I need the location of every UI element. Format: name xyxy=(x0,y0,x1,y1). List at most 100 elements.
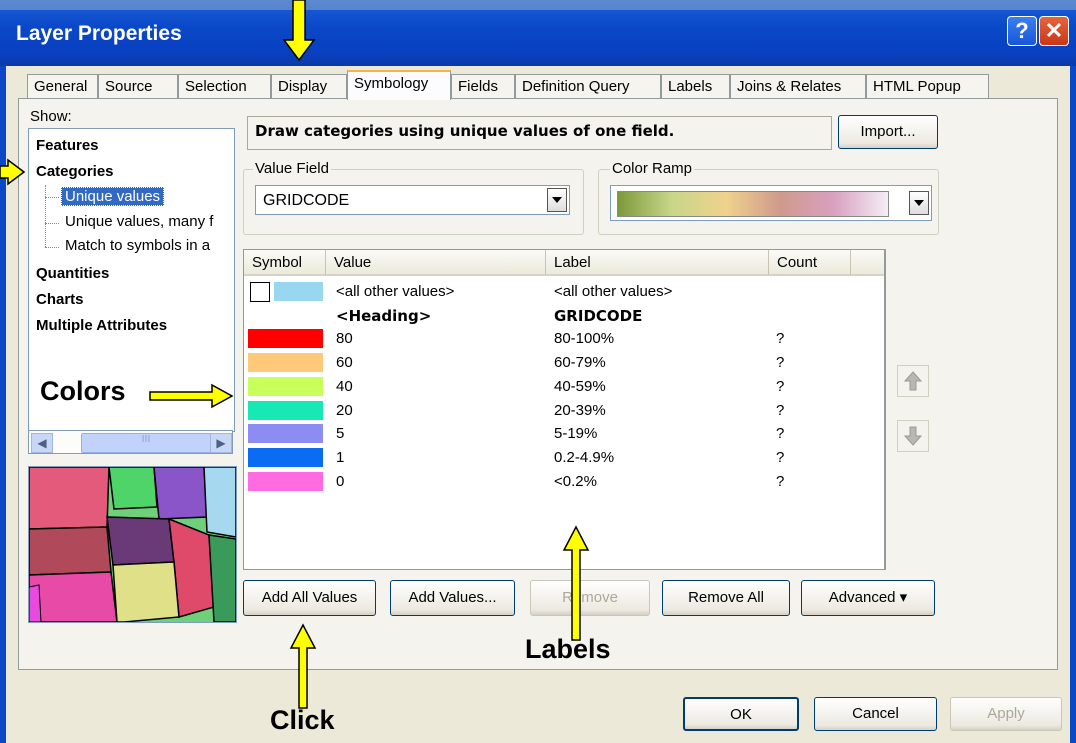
cell-value[interactable]: <Heading> xyxy=(336,307,431,325)
tab-definition-query[interactable]: Definition Query xyxy=(515,74,661,98)
column-header-blank xyxy=(851,250,884,276)
chevron-down-icon[interactable] xyxy=(547,188,567,212)
tree-item-quantities[interactable]: Quantities xyxy=(36,265,109,282)
cell-label[interactable]: <all other values> xyxy=(554,283,672,300)
window-title: Layer Properties xyxy=(16,22,182,45)
tab-display[interactable]: Display xyxy=(271,74,347,98)
symbol-swatch[interactable] xyxy=(248,376,323,396)
cell-value[interactable]: 80 xyxy=(336,330,353,347)
cell-count: ? xyxy=(776,354,785,372)
tab-labels[interactable]: Labels xyxy=(661,74,730,98)
table-row[interactable]: 1 0.2-4.9%? xyxy=(244,446,884,470)
help-button[interactable]: ? xyxy=(1007,16,1037,46)
import-button[interactable]: Import... xyxy=(838,115,938,149)
chevron-down-icon[interactable] xyxy=(909,191,929,215)
table-row[interactable]: 5 5-19%? xyxy=(244,422,884,446)
move-up-button[interactable] xyxy=(897,365,929,397)
cell-value[interactable]: 0 xyxy=(336,473,344,490)
symbol-outline-box xyxy=(250,282,270,302)
add-all-values-button[interactable]: Add All Values xyxy=(243,580,376,616)
remove-all-button[interactable]: Remove All xyxy=(662,580,790,616)
symbol-value-table[interactable]: Symbol Value Label Count <all other valu… xyxy=(243,249,885,570)
cell-count: ? xyxy=(776,448,785,466)
color-ramp-label: Color Ramp xyxy=(610,160,695,177)
remove-button[interactable]: Remove xyxy=(530,580,650,616)
symbol-swatch[interactable] xyxy=(248,353,323,373)
cell-count: ? xyxy=(776,401,785,419)
color-ramp-preview xyxy=(617,191,889,217)
tree-horizontal-scrollbar[interactable]: ◀ III ▶ xyxy=(28,430,233,454)
cell-value[interactable]: 5 xyxy=(336,425,344,442)
symbol-swatch[interactable] xyxy=(248,329,323,349)
tab-general[interactable]: General xyxy=(27,74,98,98)
cell-count: ? xyxy=(776,330,785,348)
map-preview xyxy=(28,466,237,623)
table-row[interactable]: 0 <0.2%? xyxy=(244,470,884,494)
scroll-thumb[interactable]: III xyxy=(81,433,211,453)
tree-item-features[interactable]: Features xyxy=(36,137,99,154)
symbol-swatch[interactable] xyxy=(248,447,323,467)
cell-label[interactable]: 20-39% xyxy=(554,402,606,419)
cell-label[interactable]: 60-79% xyxy=(554,354,606,371)
cell-count: ? xyxy=(776,472,785,490)
tree-guide-line xyxy=(45,185,47,247)
table-row[interactable]: 20 20-39%? xyxy=(244,399,884,423)
tab-html-popup[interactable]: HTML Popup xyxy=(866,74,989,98)
close-button[interactable]: ✕ xyxy=(1039,16,1069,46)
annotation-click: Click xyxy=(270,705,335,735)
cell-value[interactable]: <all other values> xyxy=(336,283,454,300)
title-bar-top-strip xyxy=(0,0,1076,10)
cell-label[interactable]: GRIDCODE xyxy=(554,307,642,325)
tree-item-match-symbols[interactable]: Match to symbols in a xyxy=(65,237,210,254)
cell-label[interactable]: 80-100% xyxy=(554,330,614,347)
table-row[interactable]: <all other values> <all other values> xyxy=(244,280,884,304)
scroll-right-icon[interactable]: ▶ xyxy=(210,433,232,453)
tree-item-multiple-attributes[interactable]: Multiple Attributes xyxy=(36,317,167,334)
apply-button[interactable]: Apply xyxy=(950,697,1062,731)
cancel-button[interactable]: Cancel xyxy=(814,697,937,731)
cell-value[interactable]: 60 xyxy=(336,354,353,371)
color-ramp-dropdown[interactable] xyxy=(610,185,932,221)
add-values-button[interactable]: Add Values... xyxy=(390,580,515,616)
tree-item-categories[interactable]: Categories xyxy=(36,163,114,180)
cell-value[interactable]: 40 xyxy=(336,378,353,395)
table-row[interactable]: 60 60-79%? xyxy=(244,351,884,375)
cell-count: ? xyxy=(776,377,785,395)
value-field-value: GRIDCODE xyxy=(263,192,350,209)
tab-fields[interactable]: Fields xyxy=(451,74,515,98)
tab-joins-relates[interactable]: Joins & Relates xyxy=(730,74,866,98)
annotation-labels: Labels xyxy=(525,634,611,664)
cell-value[interactable]: 20 xyxy=(336,402,353,419)
symbol-swatch[interactable] xyxy=(248,424,323,444)
cell-label[interactable]: 40-59% xyxy=(554,378,606,395)
cell-label[interactable]: 0.2-4.9% xyxy=(554,449,614,466)
table-row[interactable]: 80 80-100%? xyxy=(244,327,884,351)
tree-item-charts[interactable]: Charts xyxy=(36,291,84,308)
symbol-swatch[interactable] xyxy=(274,282,323,301)
column-header-count[interactable]: Count xyxy=(769,250,851,276)
tab-source[interactable]: Source xyxy=(98,74,178,98)
symbol-swatch[interactable] xyxy=(248,471,323,491)
scroll-left-icon[interactable]: ◀ xyxy=(31,433,53,453)
arrow-up-icon xyxy=(903,371,923,391)
advanced-button[interactable]: Advanced ▾ xyxy=(801,580,935,616)
table-row[interactable]: <Heading> GRIDCODE xyxy=(244,304,884,328)
cell-label[interactable]: 5-19% xyxy=(554,425,597,442)
tab-symbology[interactable]: Symbology xyxy=(347,70,451,100)
move-down-button[interactable] xyxy=(897,420,929,452)
column-header-symbol[interactable]: Symbol xyxy=(244,250,326,276)
tree-item-unique-values-many[interactable]: Unique values, many f xyxy=(65,213,213,230)
ok-button[interactable]: OK xyxy=(683,697,799,731)
symbol-swatch[interactable] xyxy=(248,400,323,420)
table-row[interactable]: 40 40-59%? xyxy=(244,375,884,399)
column-header-value[interactable]: Value xyxy=(326,250,546,276)
column-header-label[interactable]: Label xyxy=(546,250,769,276)
annotation-colors: Colors xyxy=(40,376,126,406)
value-field-dropdown[interactable]: GRIDCODE xyxy=(255,185,570,215)
tab-selection[interactable]: Selection xyxy=(178,74,271,98)
arrow-down-icon xyxy=(903,426,923,446)
cell-value[interactable]: 1 xyxy=(336,449,344,466)
tree-branch xyxy=(45,247,59,248)
tree-item-unique-values[interactable]: Unique values xyxy=(61,187,165,206)
cell-label[interactable]: <0.2% xyxy=(554,473,597,490)
